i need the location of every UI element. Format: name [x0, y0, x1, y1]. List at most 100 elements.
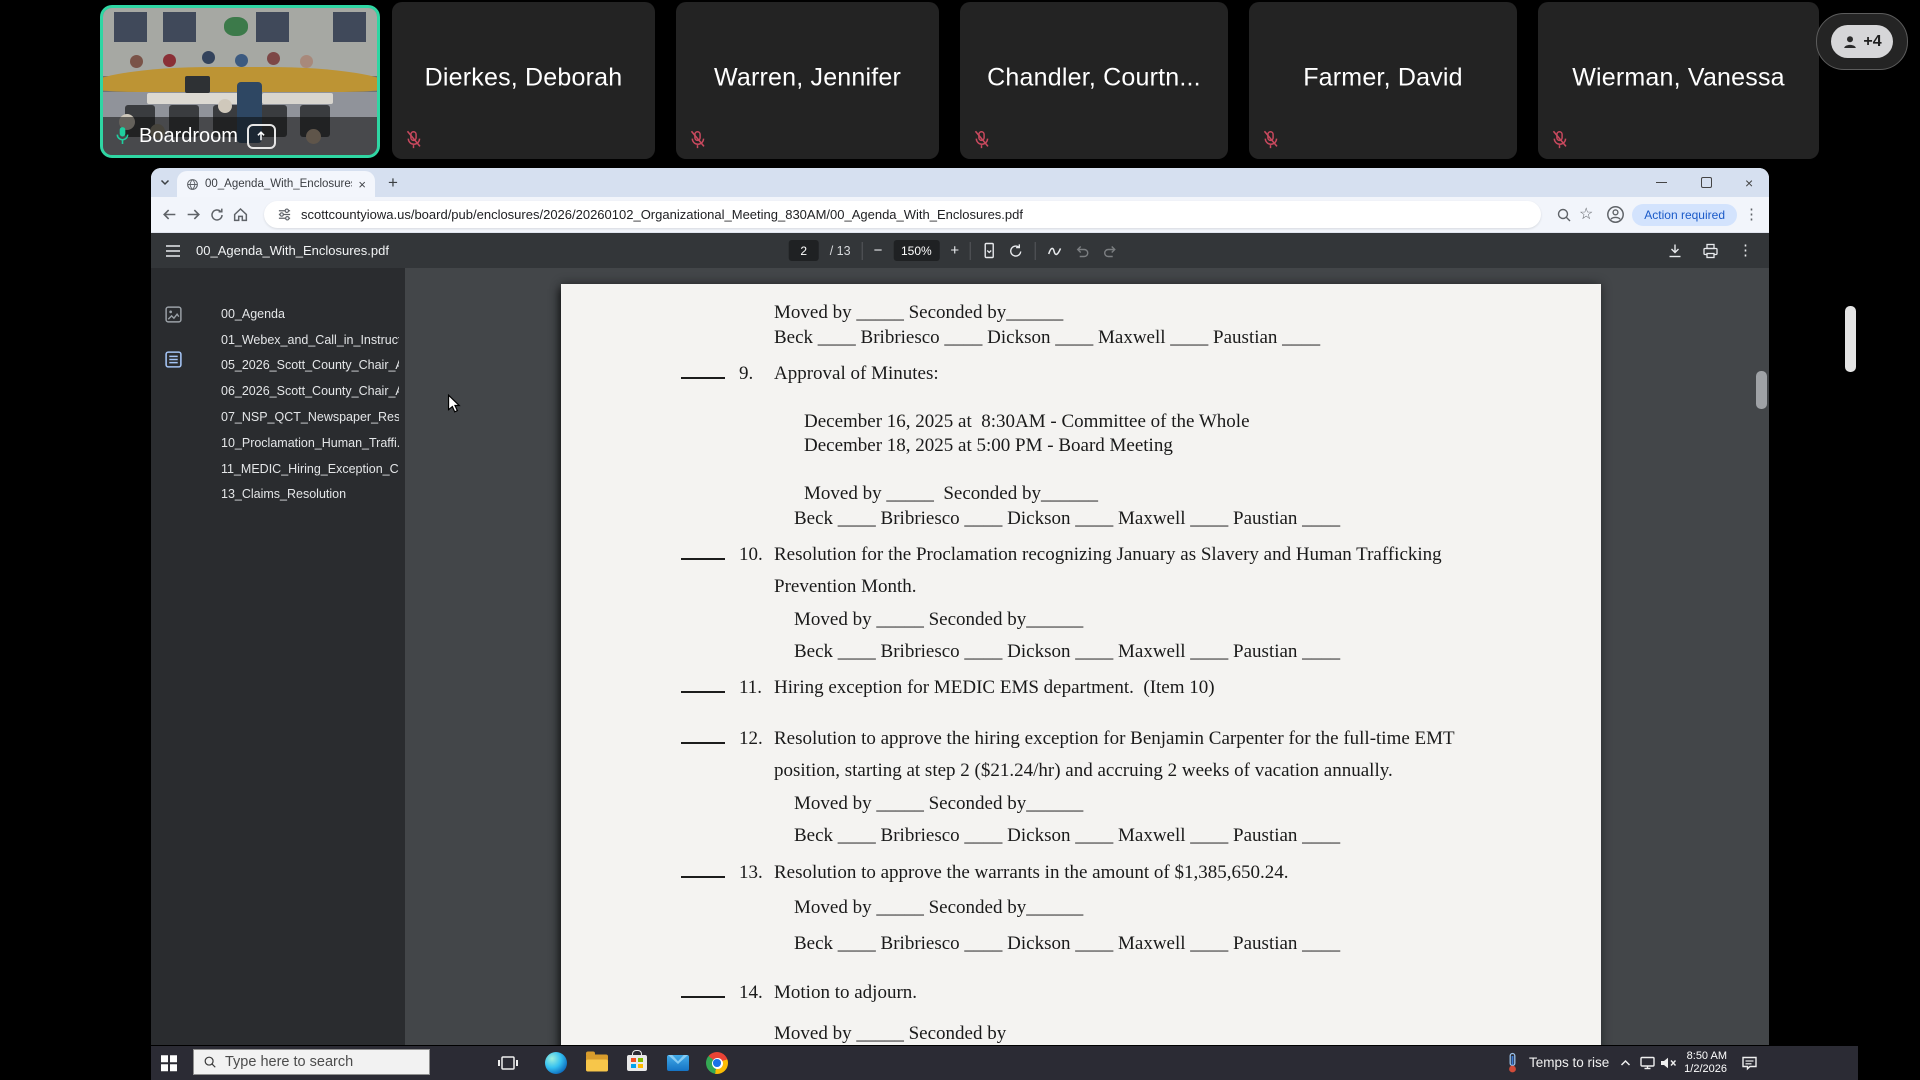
tab-close-icon[interactable]: × [358, 178, 366, 191]
boardroom-video-tile[interactable]: Boardroom [100, 5, 380, 158]
sidebar-file-item[interactable]: 07_NSP_QCT_Newspaper_Reso... [221, 404, 399, 430]
forward-icon[interactable] [185, 206, 202, 223]
pdf-menu-icon[interactable] [165, 244, 181, 258]
reload-icon[interactable] [209, 207, 225, 223]
pdf-menu-more-icon[interactable]: ⋮ [1738, 243, 1753, 258]
taskbar-clock[interactable]: 8:50 AM 1/2/2026 [1679, 1050, 1727, 1076]
vote-blank-line [681, 544, 725, 560]
doc-item: 14. Motion to adjourn. [681, 982, 917, 1004]
doc-item-number: 10. [739, 544, 763, 565]
pdf-toolbar: 00_Agenda_With_Enclosures.pdf 2 / 13 − 1… [151, 233, 1769, 269]
thumbnails-panel-icon[interactable] [164, 305, 183, 324]
sidebar-file-item[interactable]: 11_MEDIC_Hiring_Exception_C... [221, 456, 399, 482]
participant-name: Dierkes, Deborah [424, 63, 623, 92]
action-center-icon[interactable] [1741, 1055, 1758, 1071]
fit-page-icon[interactable] [982, 242, 997, 259]
doc-line: Moved by _____ Seconded by______ [774, 302, 1064, 323]
doc-line: position, starting at step 2 ($21.24/hr)… [774, 760, 1393, 781]
print-icon[interactable] [1702, 243, 1719, 259]
chrome-taskbar-icon[interactable] [706, 1052, 728, 1074]
volume-muted-icon[interactable] [1659, 1056, 1678, 1071]
participant-tile[interactable]: Warren, Jennifer [676, 2, 939, 159]
doc-item-number: 9. [739, 363, 754, 384]
window-maximize-button[interactable] [1701, 168, 1712, 197]
zoom-indicator-icon[interactable] [1556, 207, 1572, 223]
taskbar: Type here to search Temps to rise 8:50 A… [151, 1046, 1858, 1080]
vote-blank-line [681, 677, 725, 693]
sidebar-file-item[interactable]: 13_Claims_Resolution [221, 482, 399, 508]
zoom-level[interactable]: 150% [893, 240, 940, 261]
person-icon [1844, 35, 1857, 48]
mic-on-icon [116, 127, 129, 144]
search-icon [204, 1056, 216, 1068]
doc-line: Beck ____ Bribriesco ____ Dickson ____ M… [794, 825, 1341, 846]
weather-icon[interactable] [1505, 1052, 1520, 1074]
doc-item: 12. Resolution to approve the hiring exce… [681, 728, 1455, 750]
clock-time: 8:50 AM [1686, 1050, 1727, 1062]
window-close-button[interactable]: × [1745, 168, 1753, 197]
sidebar-file-item[interactable]: 01_Webex_and_Call_in_Instruct... [221, 327, 399, 353]
microsoft-store-icon[interactable] [627, 1050, 647, 1071]
bookmark-star-icon[interactable]: ☆ [1579, 206, 1593, 223]
screen-scrollbar-thumb[interactable] [1845, 306, 1856, 372]
address-bar: scottcountyiowa.us/board/pub/enclosures/… [151, 197, 1769, 233]
taskbar-search-box[interactable]: Type here to search [193, 1049, 430, 1075]
window-minimize-button[interactable] [1656, 168, 1667, 197]
clock-date: 1/2/2026 [1684, 1063, 1727, 1075]
participant-tile[interactable]: Dierkes, Deborah [392, 2, 655, 159]
start-button[interactable] [161, 1055, 177, 1071]
sidebar-file-item[interactable]: 10_Proclamation_Human_Traffi... [221, 430, 399, 456]
home-icon[interactable] [232, 206, 249, 223]
pdf-scrollbar-thumb[interactable] [1756, 371, 1767, 409]
doc-line: Moved by _____ Seconded by______ [804, 483, 1098, 504]
taskbar-search-placeholder: Type here to search [225, 1054, 354, 1070]
browser-menu-icon[interactable]: ⋮ [1744, 207, 1759, 222]
overflow-count: +4 [1863, 32, 1882, 50]
participant-tile[interactable]: Farmer, David [1249, 2, 1517, 159]
rotate-icon[interactable] [1008, 243, 1024, 259]
doc-line: Prevention Month. [774, 576, 917, 597]
mic-muted-icon [690, 130, 705, 149]
doc-line: Moved by _____ Seconded by______ [794, 897, 1084, 918]
browser-window: 00_Agenda_With_Enclosures.p × + × scottc… [151, 168, 1769, 1045]
windows-logo-icon [161, 1055, 177, 1071]
zoom-out-button[interactable]: − [874, 243, 883, 258]
doc-item-number: 13. [739, 862, 763, 883]
sidebar-file-item[interactable]: 05_2026_Scott_County_Chair_A... [221, 353, 399, 379]
omnibox[interactable]: scottcountyiowa.us/board/pub/enclosures/… [264, 201, 1541, 228]
more-participants-badge[interactable]: +4 [1816, 13, 1908, 70]
task-view-button[interactable] [497, 1054, 519, 1072]
participant-tile[interactable]: Chandler, Courtn... [960, 2, 1228, 159]
page-count: / 13 [829, 243, 851, 258]
annotate-pen-icon[interactable] [1047, 243, 1064, 258]
mail-icon[interactable] [667, 1055, 689, 1071]
doc-line: Moved by _____ Seconded by______ [794, 609, 1084, 630]
doc-item-number: 11. [739, 677, 763, 698]
participant-name: Chandler, Courtn... [987, 63, 1201, 92]
sidebar-file-item[interactable]: 06_2026_Scott_County_Chair_A... [221, 378, 399, 404]
edge-taskbar-icon[interactable] [545, 1052, 567, 1074]
browser-tab[interactable]: 00_Agenda_With_Enclosures.p × [177, 171, 375, 197]
pdf-page: Moved by _____ Seconded by______ Beck __… [561, 284, 1601, 1045]
new-tab-button[interactable]: + [388, 174, 398, 191]
tray-chevron-up-icon[interactable] [1619, 1058, 1632, 1068]
file-explorer-icon[interactable] [586, 1051, 608, 1072]
attachment-list: 00_Agenda 01_Webex_and_Call_in_Instruct.… [221, 301, 399, 507]
participant-name: Farmer, David [1303, 63, 1463, 92]
sidebar-file-item[interactable]: 00_Agenda [221, 301, 399, 327]
attachments-panel-icon[interactable] [164, 350, 183, 369]
participant-name: Warren, Jennifer [713, 63, 902, 92]
zoom-in-button[interactable]: + [950, 243, 959, 258]
doc-item-text: Resolution to approve the warrants in th… [774, 862, 1289, 883]
action-required-button[interactable]: Action required [1632, 203, 1737, 226]
doc-line: Beck ____ Bribriesco ____ Dickson ____ M… [794, 641, 1341, 662]
participant-tile[interactable]: Wierman, Vanessa [1538, 2, 1819, 159]
page-number-input[interactable]: 2 [788, 240, 819, 261]
site-settings-icon[interactable] [277, 207, 292, 222]
download-icon[interactable] [1667, 243, 1683, 259]
weather-text[interactable]: Temps to rise [1529, 1055, 1609, 1070]
back-icon[interactable] [161, 206, 178, 223]
tab-search-chevron-icon[interactable] [159, 176, 171, 188]
profile-icon[interactable] [1606, 205, 1625, 224]
network-icon[interactable] [1639, 1055, 1659, 1071]
